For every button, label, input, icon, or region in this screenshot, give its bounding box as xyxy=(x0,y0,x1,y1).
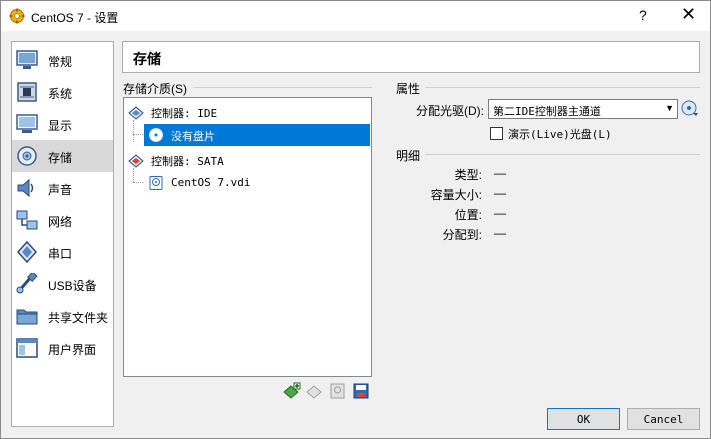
page-title: 存储 xyxy=(133,51,161,67)
detail-size-label: 容量大小: xyxy=(430,188,482,202)
tree-row-ide-disk[interactable]: 没有盘片 xyxy=(144,124,370,146)
sidebar-item-network[interactable]: 网络 xyxy=(12,204,113,236)
tree-row-controller-ide[interactable]: 控制器: IDE xyxy=(124,101,371,123)
system-icon xyxy=(17,82,37,102)
title-bar: CentOS 7 - 设置 ? ✕ xyxy=(1,1,710,31)
virtualbox-app-icon xyxy=(9,8,25,24)
sidebar-item-label: 用户界面 xyxy=(48,343,97,357)
drive-label: 分配光驱(D): xyxy=(416,104,484,118)
settings-window: CentOS 7 - 设置 ? ✕ 常规 系统 显示 存储 声音 网络 串口 U… xyxy=(0,0,711,439)
audio-icon xyxy=(17,178,34,198)
help-button[interactable]: ? xyxy=(639,7,647,23)
drive-select-value: 第二IDE控制器主通道 xyxy=(493,105,601,118)
tree-row-sata-disk[interactable]: CentOS 7.vdi xyxy=(144,172,370,194)
drive-select[interactable]: 第二IDE控制器主通道 ▼ xyxy=(488,99,678,119)
close-button[interactable]: ✕ xyxy=(681,4,696,25)
tree-connector xyxy=(133,182,143,183)
remove-controller-icon[interactable] xyxy=(306,382,324,400)
tree-item-label: 控制器: IDE xyxy=(151,107,218,120)
detail-size-value: — xyxy=(494,186,506,200)
usb-icon xyxy=(16,273,38,294)
serial-port-icon xyxy=(16,241,38,263)
sidebar-item-label: 共享文件夹 xyxy=(48,311,109,325)
sata-controller-icon xyxy=(128,154,144,168)
sidebar-item-label: 显示 xyxy=(48,119,73,133)
live-cd-label: 演示(Live)光盘(L) xyxy=(508,128,612,141)
page-header: 存储 xyxy=(122,41,700,73)
shared-folder-icon xyxy=(16,309,38,325)
ide-controller-icon xyxy=(128,106,144,120)
user-interface-icon xyxy=(16,338,38,358)
settings-sidebar: 常规 系统 显示 存储 声音 网络 串口 USB设备 共享文件夹 用户界面 xyxy=(11,41,114,427)
detail-attached-value: — xyxy=(494,226,506,240)
add-attachment-icon[interactable] xyxy=(329,382,347,400)
detail-attached-label: 分配到: xyxy=(442,228,482,242)
storage-devices-label: 存储介质(S) xyxy=(123,82,187,96)
general-icon xyxy=(16,50,38,69)
sidebar-item-label: 系统 xyxy=(48,87,73,101)
detail-type-label: 类型: xyxy=(454,168,482,182)
tree-item-label: 控制器: SATA xyxy=(151,155,224,168)
attributes-divider xyxy=(425,87,700,88)
choose-disk-icon[interactable] xyxy=(681,100,699,118)
sidebar-item-serial-port[interactable]: 串口 xyxy=(12,236,113,268)
details-divider xyxy=(425,154,700,155)
tree-connector xyxy=(133,168,134,182)
detail-location-value: — xyxy=(494,206,506,220)
remove-attachment-icon[interactable] xyxy=(352,382,370,400)
storage-devices-divider xyxy=(194,87,372,88)
window-title: CentOS 7 - 设置 xyxy=(31,11,119,25)
storage-tree: 控制器: IDE 没有盘片 控制器: SATA CentOS 7.vdi xyxy=(123,97,372,377)
live-cd-checkbox[interactable] xyxy=(490,127,503,140)
detail-location-label: 位置: xyxy=(454,208,482,222)
sidebar-item-shared-folders[interactable]: 共享文件夹 xyxy=(12,300,113,332)
sidebar-item-label: 常规 xyxy=(48,55,73,69)
sidebar-item-label: 串口 xyxy=(48,247,73,261)
sidebar-item-user-interface[interactable]: 用户界面 xyxy=(12,332,113,364)
tree-connector xyxy=(133,134,143,135)
display-icon xyxy=(16,114,38,133)
chevron-down-icon: ▼ xyxy=(665,103,674,113)
add-controller-icon[interactable] xyxy=(283,382,301,400)
optical-disc-icon xyxy=(149,128,163,142)
sidebar-item-label: USB设备 xyxy=(48,279,97,293)
attributes-label: 属性 xyxy=(396,82,421,96)
cancel-button[interactable]: Cancel xyxy=(627,408,700,430)
sidebar-item-general[interactable]: 常规 xyxy=(12,44,113,76)
hard-disk-icon xyxy=(149,176,163,190)
tree-row-controller-sata[interactable]: 控制器: SATA xyxy=(124,149,371,171)
sidebar-item-display[interactable]: 显示 xyxy=(12,108,113,140)
sidebar-item-label: 存储 xyxy=(48,151,73,165)
storage-icon xyxy=(17,146,37,166)
sidebar-item-label: 网络 xyxy=(48,215,73,229)
ok-button[interactable]: OK xyxy=(547,408,620,430)
network-icon xyxy=(16,210,38,230)
tree-item-label: 没有盘片 xyxy=(171,130,215,143)
tree-connector xyxy=(133,120,134,142)
sidebar-item-label: 声音 xyxy=(48,183,73,197)
sidebar-item-audio[interactable]: 声音 xyxy=(12,172,113,204)
sidebar-item-storage[interactable]: 存储 xyxy=(12,140,113,172)
detail-type-value: — xyxy=(494,166,506,180)
sidebar-item-system[interactable]: 系统 xyxy=(12,76,113,108)
sidebar-item-usb[interactable]: USB设备 xyxy=(12,268,113,300)
details-label: 明细 xyxy=(396,149,421,163)
tree-item-label: CentOS 7.vdi xyxy=(171,176,251,189)
